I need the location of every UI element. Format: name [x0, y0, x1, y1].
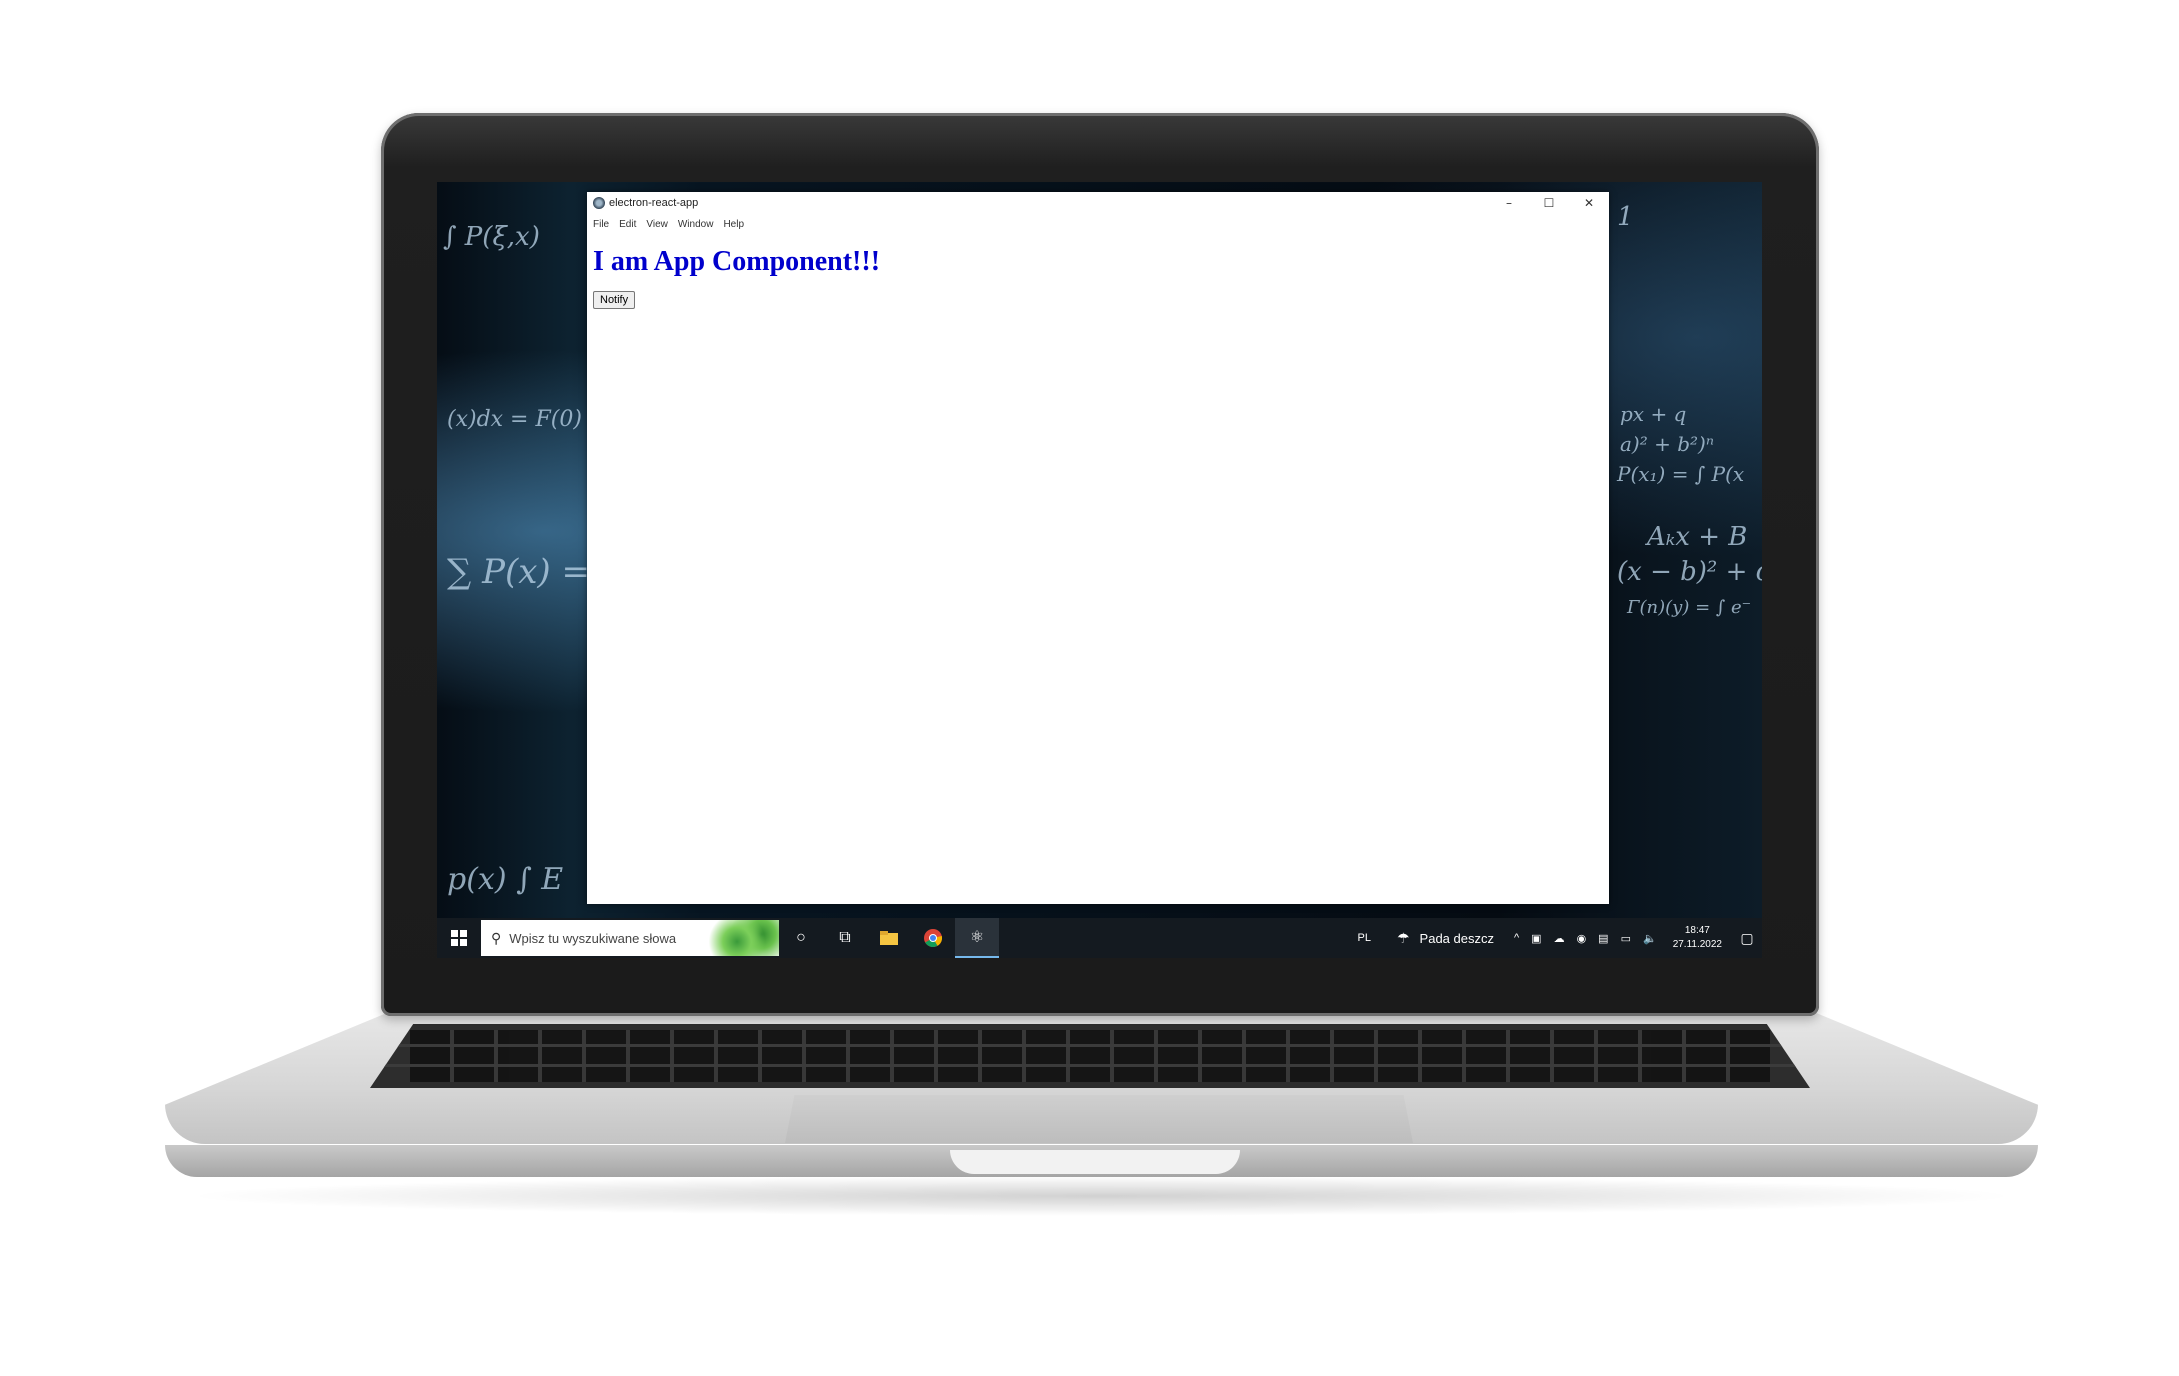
search-placeholder: Wpisz tu wyszukiwane słowa: [509, 930, 677, 946]
tray-app-icon[interactable]: ◉: [1571, 932, 1593, 945]
trackpad: [785, 1095, 1413, 1143]
weather-icon[interactable]: ☂: [1377, 930, 1416, 947]
tray-app-icon[interactable]: ☁: [1548, 932, 1571, 945]
desktop-screen: ∫ P(ξ,x) (x)dx = F(0) ∑ P(x) = 1 p(x) ∫ …: [437, 182, 1762, 958]
lid-notch: [950, 1150, 1240, 1174]
app-window: electron-react-app – ☐ ✕ File Edit View …: [587, 192, 1609, 904]
keyboard-row-gap: [370, 1044, 1810, 1047]
notify-button[interactable]: Notify: [593, 291, 636, 309]
windows-logo-icon: [451, 930, 467, 946]
wallpaper-math: a)² + b²)ⁿ: [1620, 432, 1714, 456]
start-button[interactable]: [437, 930, 481, 946]
show-hidden-icons-icon[interactable]: ^: [1508, 932, 1525, 944]
chrome-icon[interactable]: [911, 918, 955, 958]
tray-app-icon[interactable]: ▣: [1525, 932, 1547, 945]
keyboard: [370, 1024, 1810, 1088]
electron-taskbar-icon[interactable]: ⚛: [955, 918, 999, 958]
menu-help[interactable]: Help: [723, 219, 750, 230]
cortana-icon[interactable]: ○: [779, 918, 823, 958]
wallpaper-math: (x)dx = F(0): [447, 407, 582, 432]
wallpaper-math: p(x) ∫ E: [447, 862, 564, 897]
maximize-button[interactable]: ☐: [1529, 192, 1569, 214]
volume-icon[interactable]: 🔈: [1637, 932, 1663, 945]
chrome-logo-icon: [924, 929, 942, 947]
clock-time: 18:47: [1684, 925, 1710, 936]
task-view-icon[interactable]: ⧉: [823, 918, 867, 958]
search-icon: ⚲: [491, 929, 502, 946]
clock[interactable]: 18:47 27.11.2022: [1663, 924, 1732, 952]
tray-app-icon[interactable]: ▤: [1592, 932, 1614, 945]
wallpaper-math: ∫ P(ξ,x): [443, 222, 540, 252]
system-tray: PL ☂ Pada deszcz ^ ▣ ☁ ◉ ▤ ▭ 🔈 18:47 27.…: [1352, 918, 1762, 958]
minimize-button[interactable]: –: [1489, 192, 1529, 214]
taskbar-search[interactable]: ⚲ Wpisz tu wyszukiwane słowa: [481, 920, 779, 956]
menu-bar: File Edit View Window Help: [587, 214, 1609, 234]
file-explorer-icon[interactable]: [867, 918, 911, 958]
wallpaper-math: Aₖx + B: [1647, 522, 1748, 552]
electron-app-icon: [593, 197, 605, 209]
wallpaper-math: P(x₁) = ∫ P(x: [1617, 462, 1745, 486]
taskbar: ⚲ Wpisz tu wyszukiwane słowa ○ ⧉ ⚛ PL ☂ …: [437, 918, 1762, 958]
search-highlight-image: [709, 920, 779, 956]
wallpaper-math: 1: [1617, 202, 1634, 232]
menu-file[interactable]: File: [593, 219, 615, 230]
menu-window[interactable]: Window: [678, 219, 720, 230]
keyboard-row-gap: [370, 1064, 1810, 1067]
notifications-icon[interactable]: ▢: [1732, 930, 1762, 947]
menu-edit[interactable]: Edit: [619, 219, 642, 230]
wallpaper-math: px + q: [1620, 402, 1687, 426]
language-indicator[interactable]: PL: [1352, 932, 1377, 944]
clock-date: 27.11.2022: [1672, 939, 1722, 950]
wallpaper-math: Γ(n)(y) = ∫ e⁻: [1627, 597, 1752, 618]
menu-view[interactable]: View: [646, 219, 674, 230]
window-controls: – ☐ ✕: [1489, 192, 1609, 214]
laptop-shadow: [180, 1176, 2023, 1216]
weather-text[interactable]: Pada deszcz: [1416, 931, 1508, 946]
network-icon[interactable]: ▭: [1615, 932, 1637, 945]
close-button[interactable]: ✕: [1569, 192, 1609, 214]
folder-icon: [880, 931, 898, 945]
page-heading: I am App Component!!!: [593, 246, 881, 277]
wallpaper-math: (x − b)² + c²: [1617, 557, 1762, 587]
app-content: I am App Component!!! Notify: [587, 234, 1609, 317]
window-title: electron-react-app: [609, 197, 699, 209]
keyboard-keys: [410, 1030, 1770, 1082]
title-bar[interactable]: electron-react-app – ☐ ✕: [587, 192, 1609, 214]
